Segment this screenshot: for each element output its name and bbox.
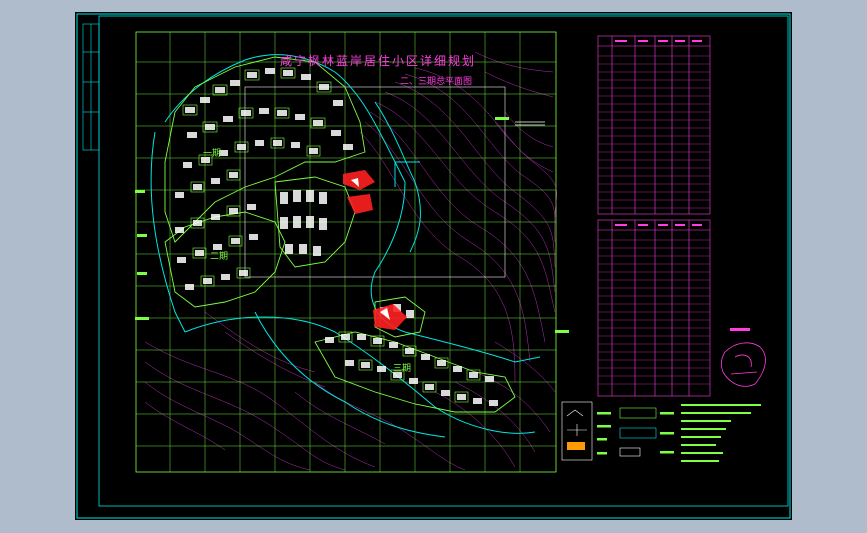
key-plan-label (730, 328, 750, 331)
notes-text-bars (681, 404, 761, 462)
phase-label-1: 一期 (203, 149, 222, 159)
phase-label-3: 三期 (393, 364, 412, 374)
phase-label-2: 二期 (210, 252, 229, 262)
legend (561, 401, 657, 461)
drawing-sheet: 咸宁枫林蓝岸居住小区详细规划 二、三期总平面图 一期 二期 三期 (75, 12, 792, 520)
left-title-strip (82, 23, 100, 151)
drawing-title: 咸宁枫林蓝岸居住小区详细规划 (280, 54, 477, 68)
cad-viewport[interactable]: 咸宁枫林蓝岸居住小区详细规划 二、三期总平面图 一期 二期 三期 (0, 0, 867, 533)
north-marker (515, 121, 545, 126)
key-plan (720, 342, 766, 387)
contour-lines (144, 51, 557, 471)
drawing-subtitle: 二、三期总平面图 (400, 77, 473, 87)
statistics-table-1 (597, 35, 711, 215)
statistics-table-1-rows (598, 55, 710, 209)
road-network (150, 54, 541, 438)
statistics-table-2 (597, 219, 711, 397)
outer-frame (76, 13, 791, 519)
inner-frame (98, 15, 789, 507)
site-plan-drawing (76, 13, 791, 519)
statistics-table-2-rows (598, 239, 710, 385)
